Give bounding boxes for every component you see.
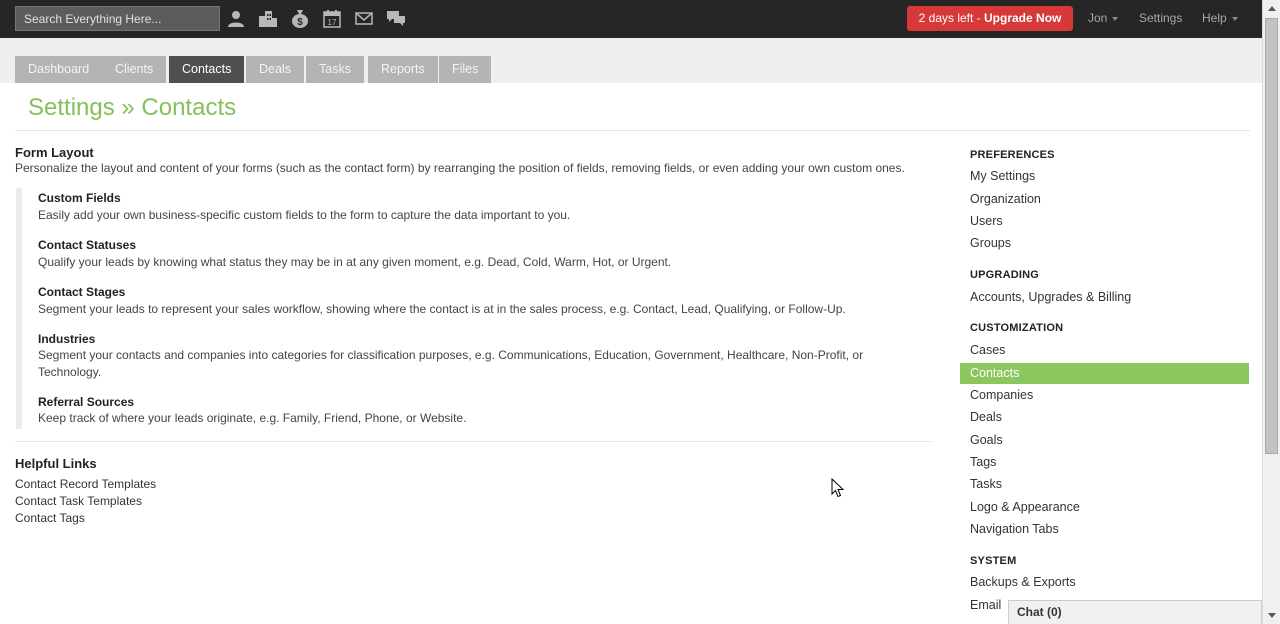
scroll-down-icon[interactable]	[1263, 606, 1280, 624]
sidebar-item-email[interactable]: Email	[960, 595, 1005, 616]
chevron-down-icon	[1231, 16, 1238, 21]
sidebar-item-contacts[interactable]: Contacts	[960, 363, 1249, 384]
sidebar-item-tags[interactable]: Tags	[960, 452, 1249, 473]
section-divider	[15, 441, 932, 442]
sidebar-item-my-settings[interactable]: My Settings	[960, 166, 1249, 187]
sidebar-item-groups[interactable]: Groups	[960, 233, 1249, 254]
top-bar: $ 17 2 days left - Upgrade Now Jon Setti…	[0, 0, 1262, 38]
tab-files[interactable]: Files	[439, 56, 492, 83]
money-bag-icon[interactable]: $	[290, 9, 310, 28]
page-scrollbar[interactable]	[1262, 0, 1280, 624]
scroll-up-icon[interactable]	[1263, 0, 1280, 18]
envelope-icon[interactable]	[354, 9, 374, 28]
custom-fields-link[interactable]: Custom Fields	[38, 191, 121, 205]
sidebar-item-cases[interactable]: Cases	[960, 340, 1249, 361]
calendar-day: 17	[328, 18, 337, 27]
referral-sources-link[interactable]: Referral Sources	[38, 395, 134, 409]
industries-link[interactable]: Industries	[38, 332, 95, 346]
contact-stages-description: Segment your leads to represent your sal…	[38, 302, 846, 316]
upgrade-button[interactable]: 2 days left - Upgrade Now	[907, 6, 1073, 31]
upgrade-days-left: 2 days left -	[918, 11, 985, 25]
settings-link[interactable]: Settings	[1139, 11, 1182, 25]
building-icon[interactable]	[258, 9, 278, 28]
sidebar-heading-preferences: PREFERENCES	[970, 149, 1055, 161]
sidebar-heading-customization: CUSTOMIZATION	[970, 322, 1064, 334]
sidebar-item-backups-exports[interactable]: Backups & Exports	[960, 572, 1249, 593]
sidebar-heading-upgrading: UPGRADING	[970, 269, 1040, 281]
sidebar-item-companies[interactable]: Companies	[960, 385, 1249, 406]
help-label: Help	[1202, 11, 1227, 25]
sidebar-item-users[interactable]: Users	[960, 211, 1249, 232]
sidebar-item-logo-appearance[interactable]: Logo & Appearance	[960, 497, 1249, 518]
chevron-down-icon	[1112, 16, 1119, 21]
tab-clients[interactable]: Clients	[102, 56, 167, 83]
user-name: Jon	[1088, 11, 1108, 25]
contact-stages-link[interactable]: Contact Stages	[38, 285, 125, 299]
sidebar-item-deals[interactable]: Deals	[960, 407, 1249, 428]
form-layout-description: Personalize the layout and content of yo…	[15, 161, 905, 175]
contact-task-templates-link[interactable]: Contact Task Templates	[15, 494, 142, 508]
chat-widget[interactable]: Chat (0)	[1008, 600, 1262, 624]
sidebar-item-organization[interactable]: Organization	[960, 189, 1249, 210]
person-icon[interactable]	[226, 9, 246, 28]
referral-sources-description: Keep track of where your leads originate…	[38, 411, 467, 425]
helpful-links-heading: Helpful Links	[15, 456, 97, 471]
user-menu[interactable]: Jon	[1088, 11, 1119, 25]
tab-dashboard[interactable]: Dashboard	[15, 56, 103, 83]
contact-tags-link[interactable]: Contact Tags	[15, 511, 85, 525]
sidebar-item-goals[interactable]: Goals	[960, 430, 1249, 451]
chat-bubbles-icon[interactable]	[386, 9, 406, 28]
form-layout-heading: Form Layout	[15, 145, 94, 160]
contact-record-templates-link[interactable]: Contact Record Templates	[15, 477, 156, 491]
contact-statuses-link[interactable]: Contact Statuses	[38, 238, 136, 252]
tab-contacts[interactable]: Contacts	[169, 56, 245, 83]
sidebar-item-accounts-billing[interactable]: Accounts, Upgrades & Billing	[960, 287, 1249, 308]
tab-reports[interactable]: Reports	[368, 56, 438, 83]
sidebar-heading-system: SYSTEM	[970, 555, 1017, 567]
scrollbar-thumb[interactable]	[1265, 18, 1278, 454]
main-tabs: Dashboard Clients Contacts Deals Tasks R…	[0, 38, 1262, 83]
custom-fields-description: Easily add your own business-specific cu…	[38, 208, 571, 222]
tab-tasks[interactable]: Tasks	[306, 56, 364, 83]
svg-text:$: $	[297, 17, 303, 28]
contact-statuses-description: Qualify your leads by knowing what statu…	[38, 255, 672, 269]
sidebar-item-tasks[interactable]: Tasks	[960, 474, 1249, 495]
search-input[interactable]	[15, 6, 220, 31]
form-layout-block-bar	[16, 188, 22, 429]
upgrade-now-label: Upgrade Now	[984, 11, 1062, 25]
page-title: Settings » Contacts	[28, 94, 237, 121]
industries-description: Segment your contacts and companies into…	[38, 348, 864, 379]
mouse-cursor-icon	[831, 478, 844, 498]
help-menu[interactable]: Help	[1202, 11, 1238, 25]
title-divider	[15, 130, 1250, 131]
calendar-icon[interactable]: 17	[322, 9, 342, 28]
tab-deals[interactable]: Deals	[246, 56, 304, 83]
sidebar-item-navigation-tabs[interactable]: Navigation Tabs	[960, 519, 1249, 540]
